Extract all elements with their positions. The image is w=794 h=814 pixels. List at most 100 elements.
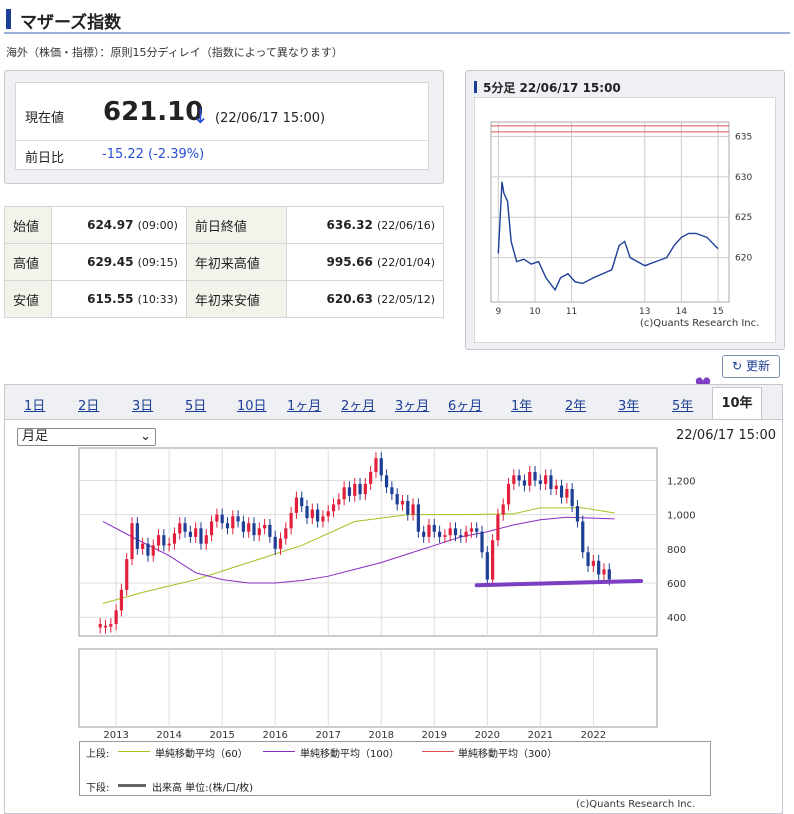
current-label: 現在値: [25, 111, 65, 126]
candle: [522, 480, 527, 486]
candle: [379, 458, 383, 476]
candle: [464, 531, 468, 537]
candle: [262, 524, 267, 529]
candle: [125, 559, 129, 590]
change-value: -15.22 (-2.39%): [102, 147, 205, 162]
x-tick-label: 2021: [528, 730, 553, 740]
tab-1d[interactable]: 1日: [24, 395, 45, 414]
candle: [98, 624, 102, 628]
tab-10y[interactable]: 10年: [712, 387, 762, 421]
candle: [236, 516, 240, 522]
stat-value: 636.32 (22/06/16): [285, 206, 445, 244]
tab-1y[interactable]: 1年: [511, 395, 532, 414]
refresh-icon: ↻: [732, 359, 743, 373]
tab-2y[interactable]: 2年: [565, 395, 586, 414]
candle: [209, 521, 214, 536]
x-tick-label: 13: [639, 307, 650, 317]
change-label: 前日比: [25, 151, 65, 166]
candle: [581, 521, 585, 553]
legend-lower-label: 下段:: [86, 783, 110, 794]
candle: [316, 509, 320, 522]
tab-3m[interactable]: 3ヶ月: [395, 395, 429, 414]
candle: [172, 533, 177, 544]
candle: [162, 535, 166, 546]
candle: [300, 497, 304, 507]
y-tick-label: 625: [735, 213, 752, 223]
tab-2m[interactable]: 2ヶ月: [341, 395, 375, 414]
tab-10d[interactable]: 10日: [237, 395, 267, 414]
candle: [141, 543, 145, 549]
table-row: 始値 624.97 (09:00) 前日終値 636.32 (22/06/16): [4, 206, 445, 244]
stat-value: 615.55 (10:33): [51, 280, 187, 318]
plot-area: [490, 121, 730, 303]
x-tick-label: 2017: [316, 730, 341, 740]
candle: [607, 569, 611, 580]
refresh-button[interactable]: ↻ 更新: [722, 355, 780, 378]
stat-label: 安値: [4, 280, 52, 318]
stat-value: 629.45 (09:15): [51, 243, 187, 281]
intraday-copyright: (c)Quants Research Inc.: [640, 318, 760, 329]
candle: [554, 485, 558, 490]
y-tick-label: 600: [667, 579, 686, 590]
x-tick-label: 2019: [422, 730, 447, 740]
main-copyright: (c)Quants Research Inc.: [576, 799, 696, 810]
candle: [310, 509, 314, 519]
x-tick-label: 15: [712, 307, 723, 317]
tab-5d[interactable]: 5日: [185, 395, 206, 414]
candle: [119, 589, 124, 611]
x-tick-label: 2013: [103, 730, 128, 740]
legend-ma100-swatch: [263, 751, 295, 752]
candle: [437, 531, 442, 537]
candle: [591, 560, 595, 566]
tab-6m[interactable]: 6ヶ月: [448, 395, 482, 414]
x-tick-label: 9: [495, 307, 501, 317]
candle: [602, 569, 606, 575]
tab-1m[interactable]: 1ヶ月: [287, 395, 321, 414]
candle: [326, 511, 330, 517]
candle: [194, 528, 198, 537]
candle: [369, 471, 373, 484]
candle: [183, 523, 187, 532]
candle: [114, 610, 118, 625]
legend-ma300: 単純移動平均（300）: [458, 749, 558, 760]
candle: [416, 504, 420, 532]
tab-3d[interactable]: 3日: [132, 395, 153, 414]
legend-ma300-swatch: [422, 751, 454, 752]
delay-note: 海外（株価・指標）：原則15分ディレイ（指数によって異なります）: [6, 46, 343, 59]
candle: [252, 523, 256, 536]
tab-5y[interactable]: 5年: [672, 395, 693, 414]
candle: [597, 560, 601, 575]
candle: [443, 535, 447, 537]
tab-2d[interactable]: 2日: [78, 395, 99, 414]
page-header: マザーズ指数: [4, 4, 790, 34]
candle: [512, 475, 516, 484]
candle: [167, 543, 171, 546]
x-tick-label: 11: [566, 307, 577, 317]
candle: [268, 524, 272, 537]
candle: [533, 471, 537, 481]
candle: [406, 500, 410, 515]
x-tick-label: 2015: [209, 730, 234, 740]
candle: [241, 521, 245, 532]
candle: [496, 514, 500, 541]
candle: [347, 487, 352, 496]
candle: [178, 523, 182, 534]
candle: [353, 483, 357, 496]
candle: [395, 494, 399, 505]
period-tabs: [4, 384, 783, 420]
y-tick-label: 400: [667, 613, 686, 624]
candle: [363, 483, 367, 495]
tab-3y[interactable]: 3年: [618, 395, 639, 414]
table-row: 高値 629.45 (09:15) 年初来高値 995.66 (22/01/04…: [4, 243, 445, 281]
candle: [337, 499, 341, 505]
candle: [220, 514, 224, 524]
candle: [188, 531, 192, 537]
candle: [294, 497, 299, 513]
stats-table: 始値 624.97 (09:00) 前日終値 636.32 (22/06/16)…: [4, 206, 445, 318]
candle: [130, 523, 134, 560]
candle: [485, 552, 489, 580]
candle: [544, 475, 548, 484]
page-title: マザーズ指数: [20, 13, 122, 33]
candle: [491, 540, 495, 580]
legend-volume: 出来高 単位:(株/口/枚): [152, 783, 254, 794]
